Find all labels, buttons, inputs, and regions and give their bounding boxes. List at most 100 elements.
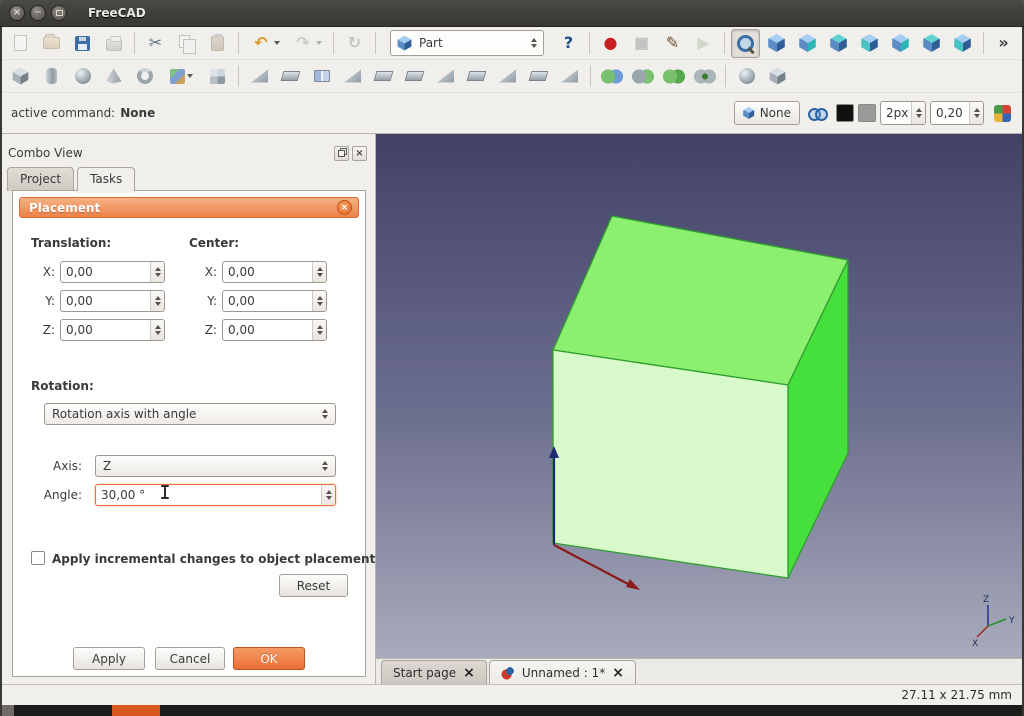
close-panel-button[interactable] (352, 146, 367, 161)
open-file-button[interactable] (37, 29, 66, 58)
part-boolean-button[interactable] (597, 62, 626, 91)
refresh-button[interactable]: ↻ (340, 29, 369, 58)
save-button[interactable] (68, 29, 97, 58)
part-loft-button[interactable] (462, 62, 491, 91)
spin-buttons-icon[interactable] (911, 102, 925, 124)
spin-buttons-icon[interactable] (321, 485, 335, 505)
reset-button[interactable]: Reset (279, 574, 348, 597)
cancel-button[interactable]: Cancel (155, 647, 225, 670)
part-extrude-button[interactable] (245, 62, 274, 91)
spin-buttons-icon[interactable] (150, 320, 164, 340)
minimize-button[interactable] (30, 5, 46, 21)
whats-this-icon: ? (558, 32, 580, 54)
angle-spinbox[interactable]: 30,00 ° (95, 484, 336, 506)
apply-button[interactable]: Apply (73, 647, 145, 670)
translation-x-spinbox[interactable]: 0,00 (60, 261, 165, 283)
paste-button[interactable] (203, 29, 232, 58)
part-primitives-button[interactable] (161, 62, 201, 91)
macro-edit-button[interactable]: ✎ (658, 29, 687, 58)
close-button[interactable] (9, 5, 25, 21)
part-chamfer-button[interactable] (369, 62, 398, 91)
tab-tasks[interactable]: Tasks (77, 167, 135, 191)
part-union-button[interactable] (659, 62, 688, 91)
whats-this-button[interactable]: ? (554, 29, 583, 58)
macro-view-toolbar: ? ●■✎▶ » (553, 29, 1019, 58)
close-tab-icon[interactable] (612, 666, 624, 680)
axis-combobox[interactable]: Z (95, 455, 336, 477)
part-make-face-button[interactable] (400, 62, 429, 91)
macro-stop-button[interactable]: ■ (627, 29, 656, 58)
face-color-swatch[interactable] (858, 104, 876, 122)
incremental-checkbox[interactable] (31, 551, 45, 565)
workbench-selector[interactable]: Part (390, 30, 544, 56)
cube-object[interactable] (553, 216, 848, 578)
axonometric-view-button[interactable] (762, 29, 791, 58)
part-sweep-button[interactable] (493, 62, 522, 91)
cube-front-face[interactable] (553, 350, 788, 578)
spin-buttons-icon[interactable] (969, 102, 983, 124)
rotation-mode-combobox[interactable]: Rotation axis with angle (44, 403, 336, 425)
part-section-button[interactable] (524, 62, 553, 91)
center-z-spinbox[interactable]: 0,00 (222, 319, 327, 341)
translation-y-spinbox[interactable]: 0,00 (60, 290, 165, 312)
part-cross-sections-button[interactable] (555, 62, 584, 91)
construction-mode-button[interactable] (805, 100, 831, 126)
spin-buttons-icon[interactable] (150, 262, 164, 282)
part-cone-button[interactable] (99, 62, 128, 91)
part-mirror-button[interactable] (307, 62, 336, 91)
maximize-button[interactable] (51, 5, 67, 21)
part-check-geometry-button[interactable] (732, 62, 761, 91)
cut-button[interactable]: ✂ (141, 29, 170, 58)
text-size-spinbox[interactable]: 0,20 (930, 101, 984, 125)
part-box-button[interactable] (6, 62, 35, 91)
new-file-button[interactable] (6, 29, 35, 58)
undo-button[interactable]: ↶ (245, 29, 285, 58)
redo-button[interactable]: ↷ (287, 29, 327, 58)
right-view-button[interactable] (855, 29, 884, 58)
part-ruled-surface-button[interactable] (431, 62, 460, 91)
construction-mode-icon (808, 108, 828, 119)
tab-project[interactable]: Project (7, 167, 74, 191)
rotation-mode-value: Rotation axis with angle (52, 407, 196, 421)
float-panel-button[interactable] (334, 146, 349, 161)
ok-button[interactable]: OK (233, 647, 305, 670)
bottom-view-button[interactable] (917, 29, 946, 58)
part-common-button[interactable] (690, 62, 719, 91)
center-x-spinbox[interactable]: 0,00 (222, 261, 327, 283)
line-color-swatch[interactable] (836, 104, 854, 122)
part-revolve-button[interactable] (276, 62, 305, 91)
fit-all-button[interactable] (731, 29, 760, 58)
tab-start-page[interactable]: Start page (381, 660, 487, 684)
translation-z-label: Z: (35, 323, 55, 337)
part-cylinder-button[interactable] (37, 62, 66, 91)
spin-buttons-icon[interactable] (150, 291, 164, 311)
line-width-spinbox[interactable]: 2px (880, 101, 926, 125)
part-torus-button[interactable] (130, 62, 159, 91)
part-shape-builder-button[interactable] (203, 62, 232, 91)
3d-viewport[interactable]: Z Y X (376, 134, 1024, 658)
placement-header[interactable]: Placement (19, 197, 359, 218)
left-view-button[interactable] (948, 29, 977, 58)
part-sphere-button[interactable] (68, 62, 97, 91)
spin-buttons-icon[interactable] (312, 262, 326, 282)
macro-play-button[interactable]: ▶ (689, 29, 718, 58)
center-y-spinbox[interactable]: 0,00 (222, 290, 327, 312)
tab-unnamed-document[interactable]: Unnamed : 1* (489, 660, 636, 684)
autogroup-button[interactable]: None (734, 101, 800, 125)
part-fillet-button[interactable] (338, 62, 367, 91)
apply-style-button[interactable] (989, 100, 1015, 126)
spin-buttons-icon[interactable] (312, 291, 326, 311)
top-view-button[interactable] (824, 29, 853, 58)
print-button[interactable] (99, 29, 128, 58)
close-tab-icon[interactable] (463, 666, 475, 680)
part-cut-button[interactable] (628, 62, 657, 91)
toolbar-overflow-button[interactable]: » (989, 29, 1018, 58)
copy-button[interactable] (172, 29, 201, 58)
front-view-button[interactable] (793, 29, 822, 58)
collapse-task-icon[interactable] (337, 200, 352, 215)
part-defeaturing-button[interactable] (763, 62, 792, 91)
rear-view-button[interactable] (886, 29, 915, 58)
translation-z-spinbox[interactable]: 0,00 (60, 319, 165, 341)
spin-buttons-icon[interactable] (312, 320, 326, 340)
macro-record-button[interactable]: ● (596, 29, 625, 58)
